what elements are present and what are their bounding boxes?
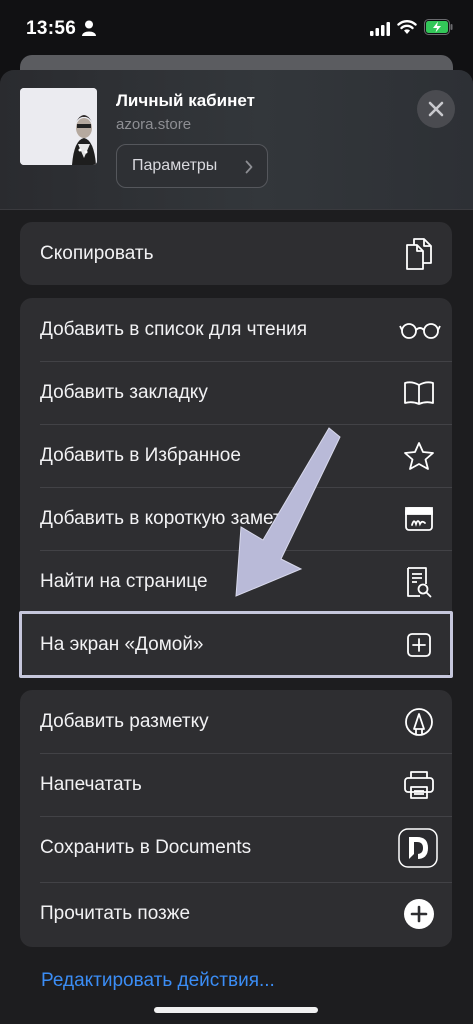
page-domain: azora.store — [116, 116, 192, 133]
person-icon — [82, 20, 96, 36]
action-label: Добавить в Избранное — [40, 444, 241, 466]
action-label: Добавить закладку — [40, 381, 208, 403]
find-on-page-action[interactable]: Найти на странице — [20, 550, 452, 613]
action-label: Напечатать — [40, 773, 142, 795]
copy-action[interactable]: Скопировать — [20, 222, 452, 285]
action-label: Найти на странице — [40, 570, 208, 592]
battery-charging-icon — [424, 19, 453, 35]
add-to-reading-list-action[interactable]: Добавить в список для чтения — [20, 298, 452, 361]
book-icon — [402, 376, 436, 410]
options-button-label: Параметры — [132, 157, 218, 174]
action-label: Сохранить в Documents — [40, 836, 252, 858]
cellular-signal-icon — [370, 22, 390, 36]
glasses-icon — [398, 313, 442, 347]
page-title: Личный кабинет — [116, 91, 255, 110]
quick-note-icon — [402, 502, 436, 536]
close-button[interactable] — [417, 90, 455, 128]
action-label: Добавить разметку — [40, 710, 209, 732]
copy-icon — [402, 237, 436, 271]
action-label: Скопировать — [40, 242, 154, 264]
action-label: Добавить в список для чтения — [40, 318, 307, 340]
print-action[interactable]: Напечатать — [20, 753, 452, 816]
add-to-favorites-action[interactable]: Добавить в Избранное — [20, 424, 452, 487]
markup-icon — [402, 705, 436, 739]
star-icon — [402, 439, 436, 473]
chevron-right-icon — [245, 160, 253, 174]
find-in-page-icon — [402, 565, 436, 599]
action-label: Добавить в короткую заметку — [40, 507, 300, 529]
markup-action[interactable]: Добавить разметку — [20, 690, 452, 753]
action-group-3: Добавить разметку Напечатать Сохранить в… — [20, 690, 452, 947]
action-label: Прочитать позже — [40, 902, 191, 924]
documents-app-icon — [398, 827, 438, 868]
action-group-1: Скопировать — [20, 222, 452, 285]
save-to-documents-action[interactable]: Сохранить в Documents — [20, 816, 452, 879]
edit-actions-link[interactable]: Редактировать действия... — [41, 970, 275, 992]
home-indicator[interactable] — [154, 1007, 318, 1013]
read-later-action[interactable]: Прочитать позже — [20, 882, 452, 945]
add-bookmark-action[interactable]: Добавить закладку — [20, 361, 452, 424]
add-to-quick-note-action[interactable]: Добавить в короткую заметку — [20, 487, 452, 550]
status-time: 13:56 — [26, 18, 77, 39]
plus-circle-icon — [402, 897, 436, 931]
printer-icon — [402, 768, 436, 802]
status-bar: 13:56 — [0, 0, 473, 60]
page-thumbnail — [20, 88, 97, 165]
sheet-header: Личный кабинет azora.store Параметры — [0, 70, 473, 210]
options-button[interactable]: Параметры — [116, 144, 268, 188]
close-icon — [428, 101, 444, 117]
wifi-icon — [397, 20, 417, 34]
highlight-frame — [19, 611, 453, 678]
